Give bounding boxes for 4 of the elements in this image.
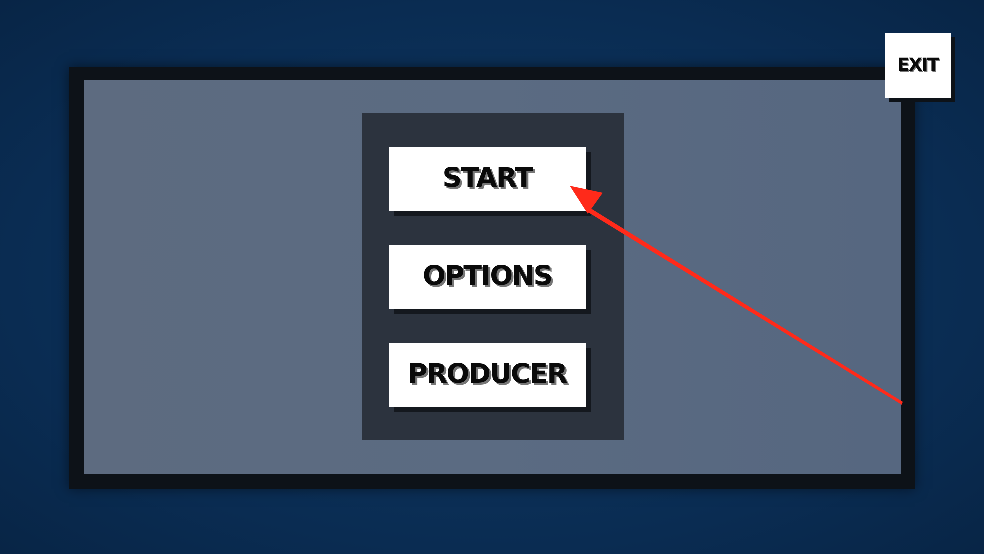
exit-button[interactable]: EXIT (885, 33, 951, 98)
menu-button[interactable]: PRODUCER (389, 343, 586, 407)
menu-button[interactable]: OPTIONS (389, 245, 586, 309)
menu-button[interactable]: START (389, 147, 586, 211)
